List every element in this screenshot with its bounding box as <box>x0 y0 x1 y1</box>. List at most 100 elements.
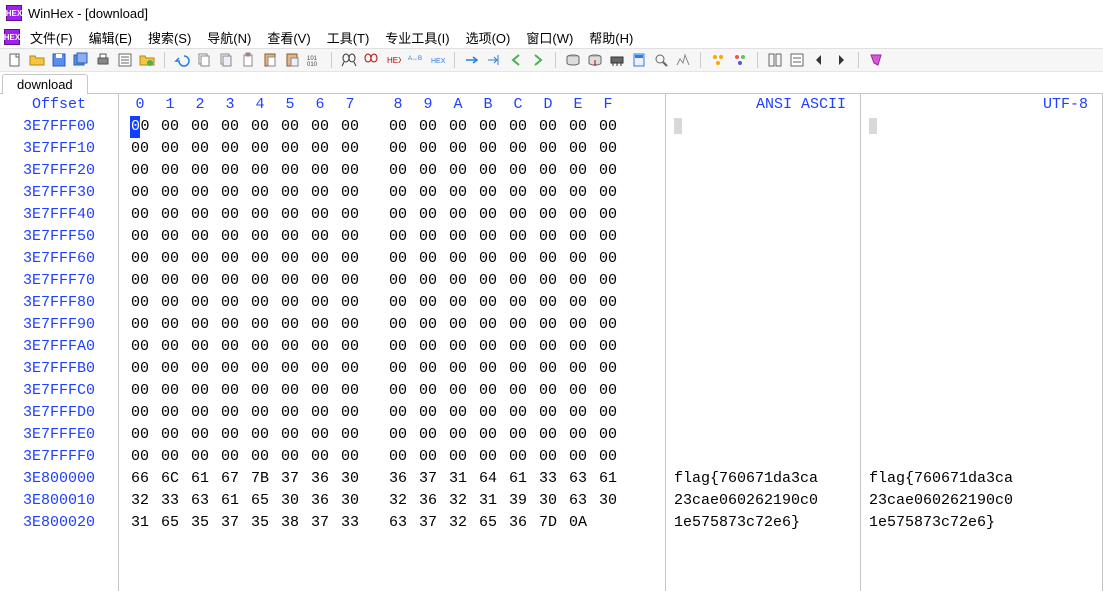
hex-byte[interactable]: 36 <box>383 468 413 490</box>
hex-byte[interactable]: 0A <box>563 512 593 534</box>
hex-byte[interactable]: 00 <box>275 424 305 446</box>
hex-byte[interactable]: 00 <box>215 380 245 402</box>
offset-cell[interactable]: 3E800020 <box>0 512 118 534</box>
clipboard-icon[interactable] <box>239 51 257 69</box>
hex-byte[interactable]: 00 <box>473 336 503 358</box>
utf8-cell[interactable] <box>869 402 1094 424</box>
hex-byte[interactable]: 00 <box>245 292 275 314</box>
hex-byte[interactable]: 00 <box>413 248 443 270</box>
hex-byte[interactable]: 00 <box>275 270 305 292</box>
hex-byte[interactable]: 00 <box>335 402 365 424</box>
hex-byte[interactable]: 00 <box>503 314 533 336</box>
hex-byte[interactable]: 00 <box>185 226 215 248</box>
hex-byte[interactable]: 00 <box>305 116 335 138</box>
offset-header[interactable]: Offset <box>0 94 118 116</box>
hex-byte[interactable]: 00 <box>503 402 533 424</box>
hex-row[interactable]: 00000000000000000000000000000000 <box>119 270 665 292</box>
hex-byte[interactable]: 33 <box>335 512 365 534</box>
hex-byte[interactable]: 00 <box>305 182 335 204</box>
save-icon[interactable] <box>50 51 68 69</box>
hex-byte[interactable]: 00 <box>473 358 503 380</box>
hex-byte[interactable]: 00 <box>305 138 335 160</box>
hex-byte[interactable]: 00 <box>413 380 443 402</box>
utf8-cell[interactable]: 1e575873c72e6} <box>869 512 1094 534</box>
hex-byte[interactable]: 00 <box>413 182 443 204</box>
hex-byte[interactable]: 00 <box>593 270 623 292</box>
hex-byte[interactable]: 00 <box>443 138 473 160</box>
hex-byte[interactable]: 00 <box>155 204 185 226</box>
hex-byte[interactable]: 00 <box>215 182 245 204</box>
hex-byte[interactable]: 00 <box>275 204 305 226</box>
hex-byte[interactable]: 00 <box>185 336 215 358</box>
hex-col-header[interactable]: E <box>563 94 593 116</box>
hex-byte[interactable]: 00 <box>503 336 533 358</box>
hex-byte[interactable]: 00 <box>245 358 275 380</box>
ansi-cell[interactable] <box>674 226 852 248</box>
hex-byte[interactable]: 37 <box>305 512 335 534</box>
hex-byte[interactable]: 00 <box>473 292 503 314</box>
hex-byte[interactable]: 00 <box>245 182 275 204</box>
hex-byte[interactable]: 37 <box>215 512 245 534</box>
hex-byte[interactable]: 00 <box>335 358 365 380</box>
hex-row[interactable]: 00000000000000000000000000000000 <box>119 358 665 380</box>
hex-byte[interactable]: 00 <box>473 182 503 204</box>
hex-byte[interactable]: 00 <box>335 446 365 468</box>
hex-col-header[interactable]: D <box>533 94 563 116</box>
utf8-header[interactable]: UTF-8 <box>869 94 1094 116</box>
hex-byte[interactable]: 00 <box>383 204 413 226</box>
hex-byte[interactable]: 65 <box>473 512 503 534</box>
hex-byte[interactable]: 00 <box>563 358 593 380</box>
hex-byte[interactable]: 00 <box>563 336 593 358</box>
hex-byte[interactable]: 31 <box>443 468 473 490</box>
hex-byte[interactable]: 00 <box>383 314 413 336</box>
hex-byte[interactable]: 00 <box>335 226 365 248</box>
hex-col-header[interactable]: C <box>503 94 533 116</box>
hex-byte[interactable]: 00 <box>335 336 365 358</box>
utf8-cell[interactable] <box>869 380 1094 402</box>
hex-byte[interactable]: 00 <box>593 248 623 270</box>
hex-byte[interactable]: 00 <box>215 248 245 270</box>
hex-byte[interactable]: 00 <box>335 380 365 402</box>
hex-byte[interactable]: 00 <box>155 292 185 314</box>
hex-row[interactable]: 00000000000000000000000000000000 <box>119 292 665 314</box>
hex-row[interactable]: 00000000000000000000000000000000 <box>119 138 665 160</box>
hex-byte[interactable]: 63 <box>185 490 215 512</box>
utf8-cell[interactable] <box>869 204 1094 226</box>
hex-byte[interactable]: 36 <box>305 490 335 512</box>
hex-byte[interactable]: 36 <box>305 468 335 490</box>
hex-byte[interactable]: 63 <box>383 512 413 534</box>
hex-byte[interactable]: 00 <box>125 336 155 358</box>
offset-cell[interactable]: 3E7FFF90 <box>0 314 118 336</box>
offset-cell[interactable]: 3E7FFF70 <box>0 270 118 292</box>
ansi-cell[interactable] <box>674 160 852 182</box>
save-all-icon[interactable] <box>72 51 90 69</box>
hex-byte[interactable]: 00 <box>533 226 563 248</box>
hex-byte[interactable]: 00 <box>443 248 473 270</box>
calculator-icon[interactable] <box>630 51 648 69</box>
utf8-cell[interactable] <box>869 314 1094 336</box>
offset-cell[interactable]: 3E7FFF30 <box>0 182 118 204</box>
hex-byte[interactable]: 00 <box>335 116 365 138</box>
hex-byte[interactable]: 7B <box>245 468 275 490</box>
hex-byte[interactable]: 00 <box>125 314 155 336</box>
hex-byte[interactable]: 00 <box>533 336 563 358</box>
utf8-cell[interactable] <box>869 292 1094 314</box>
hex-byte[interactable]: 00 <box>383 138 413 160</box>
hex-byte[interactable]: 00 <box>155 380 185 402</box>
hex-byte[interactable]: 00 <box>503 446 533 468</box>
hex-byte[interactable]: 00 <box>563 160 593 182</box>
hex-row[interactable]: 32336361653036303236323139306330 <box>119 490 665 512</box>
hex-byte[interactable]: 65 <box>155 512 185 534</box>
ansi-header[interactable]: ANSI ASCII <box>674 94 852 116</box>
hex-byte[interactable]: 00 <box>155 182 185 204</box>
hex-byte[interactable]: 00 <box>155 160 185 182</box>
hex-byte[interactable]: 00 <box>275 314 305 336</box>
hex-col-header[interactable]: 7 <box>335 94 365 116</box>
hex-byte[interactable]: 00 <box>305 314 335 336</box>
hex-byte[interactable]: 00 <box>155 446 185 468</box>
utf8-cell[interactable]: flag{760671da3ca <box>869 468 1094 490</box>
hex-byte[interactable]: 00 <box>305 270 335 292</box>
hex-row[interactable]: 00000000000000000000000000000000 <box>119 380 665 402</box>
hex-byte[interactable]: 00 <box>215 292 245 314</box>
hex-byte[interactable]: 00 <box>563 314 593 336</box>
